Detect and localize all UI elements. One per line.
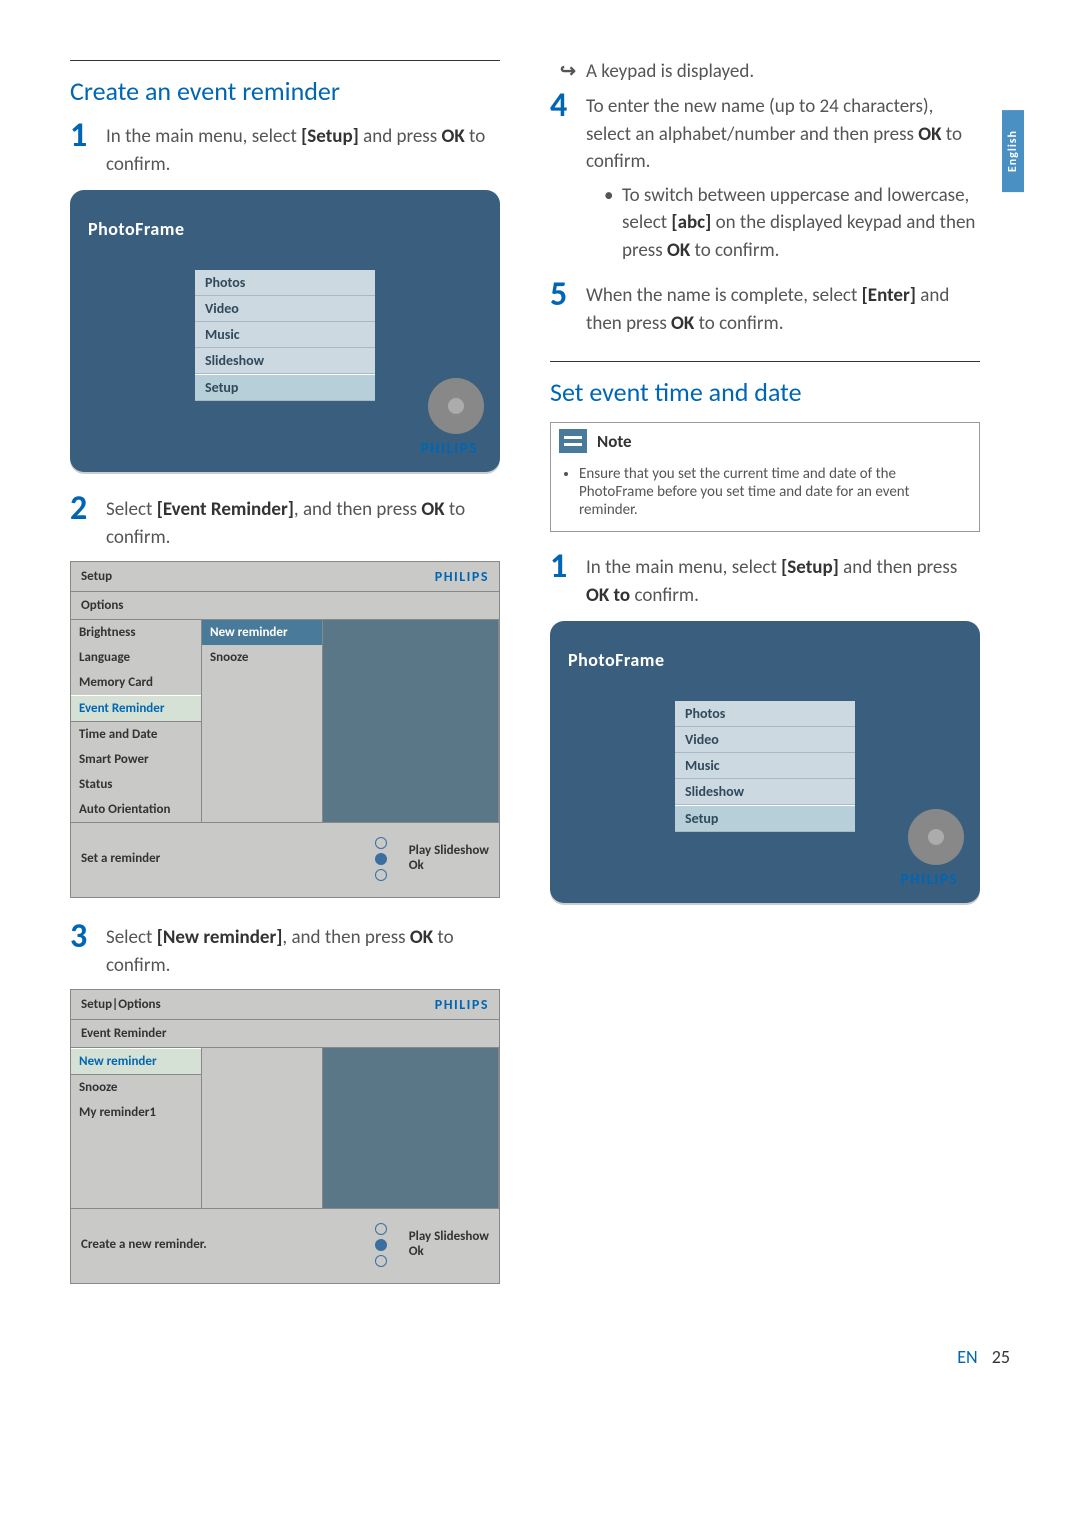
device-title: PhotoFrame — [568, 649, 962, 671]
list-item-selected: New reminder — [202, 620, 322, 645]
menu-item: Music — [195, 322, 375, 348]
list-item: Snooze — [202, 645, 322, 670]
step-number-2: 2 — [70, 492, 106, 526]
menu-item: Photos — [675, 701, 855, 727]
menu-item: Slideshow — [195, 348, 375, 374]
step4-sub: To switch between uppercase and lowercas… — [604, 182, 980, 265]
philips-logo: PHILIPS — [901, 871, 958, 889]
panel-preview — [323, 1048, 499, 1208]
list-item: My reminder1 — [71, 1100, 201, 1125]
panel-subtitle: Event Reminder — [71, 1019, 499, 1047]
note-text: Ensure that you set the current time and… — [579, 465, 967, 519]
footer-lang: EN — [957, 1346, 977, 1368]
step-number-1b: 1 — [550, 550, 586, 584]
panel-title: Setup|Options — [81, 997, 161, 1012]
list-item: Time and Date — [71, 722, 201, 747]
list-item: Brightness — [71, 620, 201, 645]
list-item: Status — [71, 772, 201, 797]
footer-action: Play Slideshow — [409, 843, 489, 858]
step4-text: To enter the new name (up to 24 characte… — [586, 89, 980, 268]
note-label: Note — [597, 431, 632, 452]
step2-text: Select [Event Reminder], and then press … — [106, 492, 500, 551]
result-text: A keypad is displayed. — [586, 60, 754, 83]
list-item: Auto Orientation — [71, 797, 201, 822]
heading-set-time: Set event time and date — [550, 361, 980, 408]
menu-item: Slideshow — [675, 779, 855, 805]
list-item: Memory Card — [71, 670, 201, 695]
step1b-text: In the main menu, select [Setup] and the… — [586, 550, 980, 609]
nav-pad-icon — [359, 1223, 401, 1265]
menu-item: Music — [675, 753, 855, 779]
step3-text: Select [New reminder], and then press OK… — [106, 920, 500, 979]
language-tab: English — [1002, 110, 1024, 192]
menu-item: Video — [675, 727, 855, 753]
footer-action: Ok — [409, 858, 489, 873]
list-item: Snooze — [71, 1075, 201, 1100]
philips-logo: PHILIPS — [435, 568, 489, 585]
nav-pad-icon — [359, 837, 401, 879]
step-number-4: 4 — [550, 89, 586, 123]
menu-item: Video — [195, 296, 375, 322]
panel-title: Setup — [81, 569, 112, 584]
device-title: PhotoFrame — [88, 218, 482, 240]
footer-action: Play Slideshow — [409, 1229, 489, 1244]
philips-logo: PHILIPS — [421, 440, 478, 458]
list-item: Language — [71, 645, 201, 670]
menu-item-selected: Setup — [675, 805, 855, 832]
result-arrow-icon: ↪ — [550, 60, 586, 83]
panel-subtitle: Options — [71, 591, 499, 619]
list-item: Smart Power — [71, 747, 201, 772]
menu-item-selected: Setup — [195, 374, 375, 401]
step5-text: When the name is complete, select [Enter… — [586, 278, 980, 337]
panel-preview — [323, 620, 499, 822]
step-number-1: 1 — [70, 119, 106, 153]
step-number-5: 5 — [550, 278, 586, 312]
step-number-3: 3 — [70, 920, 106, 954]
step1-text: In the main menu, select [Setup] and pre… — [106, 119, 500, 178]
heading-create-reminder: Create an event reminder — [70, 60, 500, 107]
footer-hint: Create a new reminder. — [81, 1237, 207, 1252]
philips-logo: PHILIPS — [435, 996, 489, 1013]
setup-panel-2: Setup|Options PHILIPS Event Reminder New… — [70, 989, 500, 1284]
note-icon — [559, 429, 587, 453]
setup-panel-1: Setup PHILIPS Options Brightness Languag… — [70, 561, 500, 898]
footer-action: Ok — [409, 1244, 489, 1259]
device-screenshot-2: PhotoFrame Photos Video Music Slideshow … — [550, 621, 980, 903]
gear-icon — [914, 815, 958, 859]
menu-item: Photos — [195, 270, 375, 296]
footer-page: 25 — [992, 1346, 1010, 1368]
list-item-selected: New reminder — [71, 1048, 201, 1075]
device-screenshot-1: PhotoFrame Photos Video Music Slideshow … — [70, 190, 500, 472]
list-item-selected: Event Reminder — [71, 695, 201, 722]
gear-icon — [434, 384, 478, 428]
footer-hint: Set a reminder — [81, 851, 160, 866]
note-box: Note Ensure that you set the current tim… — [550, 422, 980, 532]
